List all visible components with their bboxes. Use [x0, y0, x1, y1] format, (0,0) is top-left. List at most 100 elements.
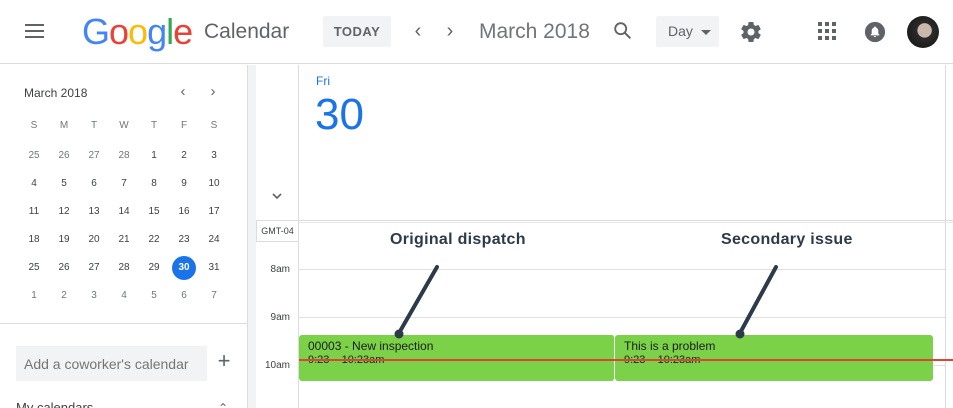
annotation-arrow	[397, 265, 439, 335]
mini-calendar-day-label: 30	[172, 256, 196, 280]
mini-calendar-day[interactable]: 12	[49, 200, 79, 228]
calendar-event[interactable]: 00003 - New inspection 9:23 – 10:23am	[299, 335, 615, 381]
mini-calendar-day[interactable]: 16	[169, 200, 199, 228]
mini-calendar-day[interactable]: 27	[79, 256, 109, 284]
mini-calendar-day[interactable]: 26	[49, 256, 79, 284]
mini-calendar-day-label: 15	[148, 206, 160, 217]
mini-calendar-day-label: 14	[118, 206, 130, 217]
mini-calendar-week: 18 19 20 21 22 23 24	[19, 228, 229, 256]
mini-calendar-day[interactable]: 31	[199, 256, 229, 284]
current-time-indicator	[299, 359, 953, 361]
caret-down-icon	[701, 30, 711, 35]
mini-calendar-day[interactable]: 17	[199, 200, 229, 228]
calendar-event[interactable]: This is a problem 9:23 – 10:23am	[615, 335, 933, 381]
mini-calendar-week: 4 5 6 7 8 9 10	[19, 172, 229, 200]
search-icon[interactable]	[612, 20, 634, 42]
weekday-label: T	[90, 120, 98, 131]
mini-calendar-day[interactable]: 22	[139, 228, 169, 256]
event-title: This is a problem	[624, 339, 716, 353]
my-calendars-heading[interactable]: My calendars	[16, 400, 93, 408]
mini-calendar-day[interactable]: 28	[109, 256, 139, 284]
mini-calendar-day[interactable]: 25	[19, 256, 49, 284]
mini-calendar-day-label: 25	[28, 262, 40, 273]
mini-calendar-day-label: 12	[58, 206, 70, 217]
gear-icon[interactable]	[739, 20, 763, 44]
mini-calendar-day[interactable]: 4	[109, 284, 139, 312]
mini-calendar-day[interactable]: 1	[19, 284, 49, 312]
mini-calendar-day-label: 25	[28, 150, 40, 161]
day-number[interactable]: 30	[315, 89, 364, 141]
chevron-left-icon[interactable]: ‹	[408, 20, 428, 44]
mini-calendar-day[interactable]: 26	[49, 144, 79, 172]
weekday-label: S	[30, 120, 38, 131]
mini-calendar-day[interactable]: 29	[139, 256, 169, 284]
mini-calendar-day[interactable]: 10	[199, 172, 229, 200]
mini-calendar-day[interactable]: 2	[49, 284, 79, 312]
mini-calendar-day-label: 21	[118, 234, 130, 245]
mini-calendar-day[interactable]: 3	[199, 144, 229, 172]
mini-calendar-day-label: 22	[148, 234, 160, 245]
mini-calendar-day[interactable]: 13	[79, 200, 109, 228]
mini-calendar-day-label: 28	[118, 150, 130, 161]
mini-calendar-day[interactable]: 28	[109, 144, 139, 172]
mini-calendar-day[interactable]: 18	[19, 228, 49, 256]
view-selector-label: Day	[668, 23, 693, 39]
mini-calendar-day-label: 16	[178, 206, 190, 217]
mini-calendar-day-label: 3	[91, 290, 97, 301]
mini-calendar-weeks: 25 26 27 28 1 2 3 4 5 6 7 8 9 10 11 12 13 14 15 16 17 18 19 20 2…	[19, 144, 229, 312]
mini-calendar-day[interactable]: 4	[19, 172, 49, 200]
mini-calendar-day-label: 17	[208, 206, 220, 217]
today-button[interactable]: TODAY	[323, 16, 391, 47]
mini-calendar-day-label: 29	[148, 262, 160, 273]
mini-calendar-day[interactable]: 7	[109, 172, 139, 200]
divider	[298, 220, 953, 221]
apps-grid-icon[interactable]	[818, 22, 838, 42]
mini-calendar-day[interactable]: 30	[169, 256, 199, 284]
mini-calendar-day[interactable]: 5	[49, 172, 79, 200]
mini-calendar-day[interactable]: 9	[169, 172, 199, 200]
mini-calendar-day-label: 2	[181, 150, 187, 161]
mini-calendar-day[interactable]: 1	[139, 144, 169, 172]
annotation-secondary-issue: Secondary issue	[721, 231, 853, 248]
mini-calendar-day[interactable]: 20	[79, 228, 109, 256]
notification-bell-icon[interactable]	[864, 21, 886, 43]
google-logo[interactable]: Google	[82, 12, 193, 52]
calendar-app: Google Calendar TODAY ‹ › March 2018 Day…	[0, 0, 953, 408]
mini-calendar-week: 25 26 27 28 1 2 3	[19, 144, 229, 172]
chevron-down-icon[interactable]	[270, 189, 284, 203]
mini-next-month-icon[interactable]: ›	[205, 83, 221, 101]
chevron-up-icon[interactable]: ⌃	[218, 401, 228, 408]
mini-calendar-day[interactable]: 7	[199, 284, 229, 312]
mini-calendar-day[interactable]: 5	[139, 284, 169, 312]
mini-calendar-day[interactable]: 8	[139, 172, 169, 200]
mini-calendar-day-label: 26	[58, 150, 70, 161]
sidebar-scrollbar[interactable]	[248, 65, 256, 408]
mini-prev-month-icon[interactable]: ‹	[175, 83, 191, 101]
hamburger-menu-icon[interactable]	[22, 22, 50, 44]
mini-calendar-day[interactable]: 23	[169, 228, 199, 256]
mini-calendar-day[interactable]: 6	[79, 172, 109, 200]
mini-calendar-day-label: 13	[88, 206, 100, 217]
mini-calendar-day[interactable]: 11	[19, 200, 49, 228]
mini-calendar-day[interactable]: 25	[19, 144, 49, 172]
mini-calendar-day[interactable]: 24	[199, 228, 229, 256]
mini-calendar-day[interactable]: 3	[79, 284, 109, 312]
hour-label: 9am	[270, 312, 290, 323]
add-calendar-icon[interactable]: +	[214, 350, 234, 372]
coworker-search-input[interactable]	[16, 346, 207, 381]
mini-calendar-day[interactable]: 2	[169, 144, 199, 172]
mini-calendar-day[interactable]: 27	[79, 144, 109, 172]
hour-label: 8am	[270, 264, 290, 275]
mini-calendar-day[interactable]: 19	[49, 228, 79, 256]
top-bar: Google Calendar TODAY ‹ › March 2018 Day	[0, 0, 953, 64]
avatar[interactable]	[907, 16, 939, 48]
mini-calendar-day[interactable]: 21	[109, 228, 139, 256]
mini-calendar-day[interactable]: 14	[109, 200, 139, 228]
annotation-arrow	[738, 265, 778, 335]
chevron-right-icon[interactable]: ›	[440, 20, 460, 44]
mini-calendar-day[interactable]: 6	[169, 284, 199, 312]
mini-calendar-day[interactable]: 15	[139, 200, 169, 228]
hour-label: 10am	[264, 360, 290, 371]
weekday-label: W	[119, 120, 129, 131]
view-selector[interactable]: Day	[656, 16, 719, 47]
